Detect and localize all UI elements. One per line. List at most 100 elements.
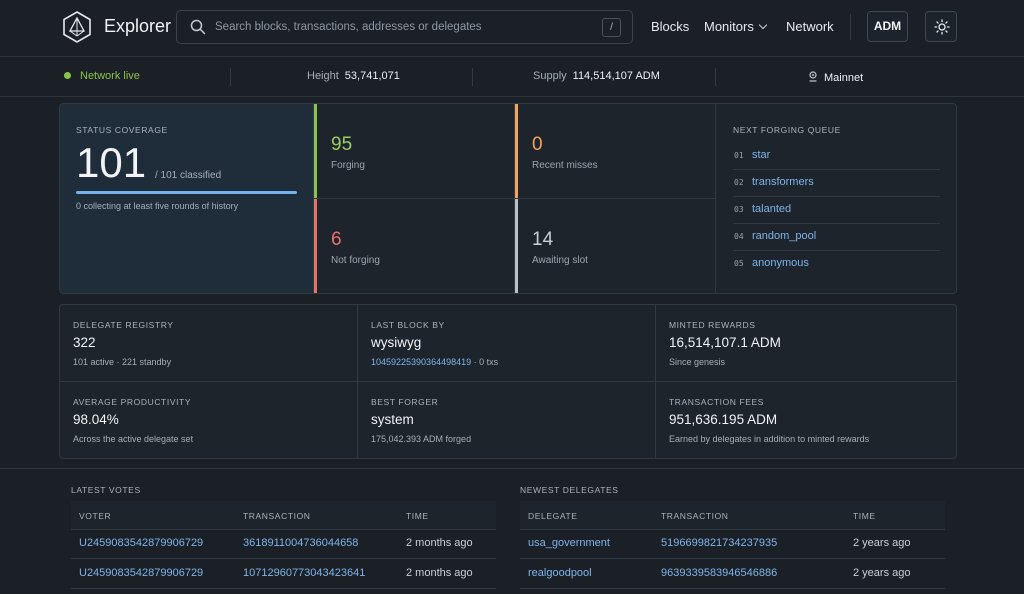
stats-grid: DELEGATE REGISTRY 322 101 active · 221 s… — [59, 304, 957, 459]
supply-label: Supply — [533, 70, 567, 82]
stat-title: LAST BLOCK BY — [371, 320, 445, 330]
time-ago: 2 months ago — [406, 567, 473, 579]
voter-link[interactable]: U2459083542879906729 — [79, 537, 203, 549]
nav-blocks[interactable]: Blocks — [651, 19, 689, 34]
recent-misses-value: 0 — [532, 134, 543, 155]
sun-icon — [934, 19, 950, 35]
time-ago: 2 months ago — [406, 537, 473, 549]
top-header: Explorer / Blocks Monitors Network ADM — [0, 0, 1024, 56]
stat-value: 951,636.195 ADM — [669, 412, 778, 427]
column-header: TRANSACTION — [243, 511, 311, 521]
coverage-progress-track — [76, 191, 297, 194]
stat-value: 322 — [73, 335, 96, 350]
newest-delegates-header: DELEGATE TRANSACTION TIME — [520, 501, 945, 530]
stat-title: MINTED REWARDS — [669, 320, 756, 330]
queue-delegate-link[interactable]: star — [752, 149, 770, 161]
time-ago: 2 years ago — [853, 537, 911, 549]
table-row: U2459083542879906729 3618911004736044658… — [71, 529, 496, 559]
column-header: TIME — [853, 511, 876, 521]
table-row: usa_government 5196699821734237935 2 yea… — [520, 529, 945, 559]
queue-item[interactable]: 04 random_pool — [733, 224, 940, 251]
network-status-bar: Network live Height 53,741,071 Supply 114,… — [0, 56, 1024, 97]
theme-toggle-button[interactable] — [925, 11, 957, 42]
coverage-title: STATUS COVERAGE — [76, 125, 168, 135]
search-input[interactable] — [215, 11, 585, 43]
queue-delegate-link[interactable]: anonymous — [752, 257, 809, 269]
latest-votes-title: LATEST VOTES — [71, 485, 141, 495]
stat-value: 98.04% — [73, 412, 119, 427]
search-shortcut-key: / — [602, 18, 621, 37]
queue-delegate-link[interactable]: random_pool — [752, 230, 816, 242]
nav-monitors-label: Monitors — [704, 19, 754, 34]
coverage-note: 0 collecting at least five rounds of his… — [76, 201, 239, 211]
supply-stat: Supply 114,514,107 ADM — [533, 70, 660, 82]
height-stat: Height 53,741,071 — [307, 70, 400, 82]
live-dot-icon — [64, 72, 71, 79]
stat-value: 16,514,107.1 ADM — [669, 335, 781, 350]
stat-subtitle: Across the active delegate set — [73, 434, 194, 444]
transaction-link[interactable]: 3618911004736044658 — [243, 537, 358, 549]
nav-monitors[interactable]: Monitors — [704, 19, 768, 34]
search-box[interactable]: / — [176, 10, 633, 44]
queue-item[interactable]: 05 anonymous — [733, 251, 940, 278]
newest-delegates-title: NEWEST DELEGATES — [520, 485, 619, 495]
adamant-logo-icon[interactable] — [62, 11, 92, 43]
network-live-text: Network live — [80, 70, 140, 82]
stat-average-productivity: AVERAGE PRODUCTIVITY 98.04% Across the a… — [60, 382, 358, 458]
stat-subtitle: Since genesis — [669, 357, 726, 367]
not-forging-accent-bar — [314, 199, 317, 293]
coverage-progress-fill — [76, 191, 297, 194]
last-block-tx-count: · 0 txs — [471, 357, 499, 367]
status-divider — [472, 68, 473, 86]
column-header: VOTER — [79, 511, 112, 521]
transaction-link[interactable]: 5196699821734237935 — [661, 537, 777, 549]
currency-button[interactable]: ADM — [867, 11, 908, 42]
queue-index: 05 — [734, 259, 744, 268]
map-pin-icon — [809, 71, 817, 82]
recent-misses-cell[interactable]: 0 Recent misses — [515, 104, 716, 199]
stat-title: BEST FORGER — [371, 397, 439, 407]
forging-accent-bar — [314, 104, 317, 198]
stat-title: TRANSACTION FEES — [669, 397, 765, 407]
column-header: TIME — [406, 511, 429, 521]
stat-best-forger: BEST FORGER system 175,042.393 ADM forge… — [358, 382, 656, 458]
height-label: Height — [307, 70, 339, 82]
stat-subtitle: 101 active · 221 standby — [73, 357, 172, 367]
network-name[interactable]: Mainnet — [808, 70, 863, 84]
stat-delegate-registry: DELEGATE REGISTRY 322 101 active · 221 s… — [60, 305, 358, 382]
brand-title[interactable]: Explorer — [104, 16, 171, 37]
not-forging-value: 6 — [331, 229, 342, 250]
delegate-link[interactable]: usa_government — [528, 537, 610, 549]
queue-index: 02 — [734, 178, 744, 187]
supply-value: 114,514,107 ADM — [572, 70, 660, 82]
stat-subtitle: 10459225390364498419 · 0 txs — [371, 357, 498, 367]
table-row: realgoodpool 9639339583946546886 2 years… — [520, 559, 945, 589]
column-header: DELEGATE — [528, 511, 578, 521]
network-name-text: Mainnet — [824, 72, 864, 84]
forging-label: Forging — [331, 160, 365, 171]
voter-link[interactable]: U2459083542879906729 — [79, 567, 203, 579]
transaction-link[interactable]: 10712960773043423641 — [243, 567, 365, 579]
forging-queue: NEXT FORGING QUEUE 01 star 02 transforme… — [717, 104, 956, 293]
queue-item[interactable]: 02 transformers — [733, 170, 940, 197]
queue-delegate-link[interactable]: transformers — [752, 176, 814, 188]
last-block-delegate[interactable]: wysiwyg — [371, 335, 421, 350]
queue-item[interactable]: 01 star — [733, 143, 940, 170]
nav-network[interactable]: Network — [786, 19, 834, 34]
queue-index: 03 — [734, 205, 744, 214]
stat-subtitle: 175,042.393 ADM forged — [371, 434, 472, 444]
transaction-link[interactable]: 9639339583946546886 — [661, 567, 777, 579]
queue-delegate-link[interactable]: talanted — [752, 203, 791, 215]
activity-section: LATEST VOTES VOTER TRANSACTION TIME U245… — [0, 468, 1024, 594]
last-block-id-link[interactable]: 10459225390364498419 — [371, 357, 471, 367]
queue-index: 04 — [734, 232, 744, 241]
queue-item[interactable]: 03 talanted — [733, 197, 940, 224]
forging-cell[interactable]: 95 Forging — [314, 104, 515, 199]
stat-title: AVERAGE PRODUCTIVITY — [73, 397, 192, 407]
not-forging-cell[interactable]: 6 Not forging — [314, 199, 515, 293]
height-value: 53,741,071 — [344, 70, 400, 82]
delegate-link[interactable]: realgoodpool — [528, 567, 592, 579]
best-forger-name[interactable]: system — [371, 412, 414, 427]
chevron-down-icon — [758, 20, 768, 30]
awaiting-slot-cell[interactable]: 14 Awaiting slot — [515, 199, 716, 293]
